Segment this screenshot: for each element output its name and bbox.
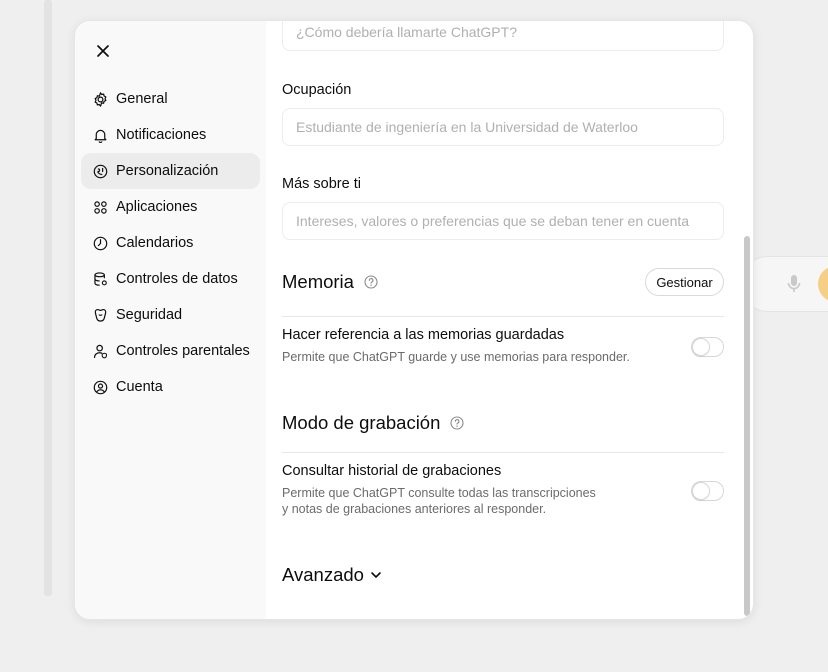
occupation-label: Ocupación	[282, 82, 352, 98]
sidebar-item-personalization[interactable]: Personalización	[81, 153, 260, 189]
manage-memory-button[interactable]: Gestionar	[645, 268, 724, 296]
memory-section-title: Memoria	[282, 271, 378, 293]
sidebar-item-general[interactable]: General	[81, 81, 260, 117]
personalization-icon	[93, 164, 108, 178]
sidebar-item-calendars[interactable]: Calendarios	[81, 225, 260, 261]
more-about-you-label: Más sobre ti	[282, 176, 361, 192]
more-about-you-input[interactable]: Intereses, valores o preferencias que se…	[282, 202, 724, 240]
sidebar-item-notifications[interactable]: Notificaciones	[81, 117, 260, 153]
sidebar-item-label: Aplicaciones	[116, 199, 198, 215]
close-button[interactable]	[93, 41, 113, 61]
sidebar-item-apps[interactable]: Aplicaciones	[81, 189, 260, 225]
sidebar-item-data-controls[interactable]: Controles de datos	[81, 261, 260, 297]
sidebar-item-label: Notificaciones	[116, 127, 207, 143]
settings-modal: General Notificaciones Personalización A…	[74, 20, 754, 620]
divider	[282, 316, 724, 317]
gear-icon	[94, 91, 107, 107]
recording-section-title: Modo de grabación	[282, 412, 464, 434]
recording-history-description-line1: Permite que ChatGPT consulte todas las t…	[282, 486, 596, 500]
saved-memories-toggle[interactable]	[691, 337, 724, 357]
bell-icon	[94, 129, 107, 143]
parent-user-icon	[93, 344, 107, 358]
recording-history-title: Consultar historial de grabaciones	[282, 463, 502, 479]
background-sidebar-edge	[44, 0, 52, 596]
toggle-knob	[693, 339, 709, 355]
sidebar-item-label: General	[116, 91, 168, 107]
recording-history-description-line2: y notas de grabaciones anteriores al res…	[282, 502, 547, 516]
sidebar-item-security[interactable]: Seguridad	[81, 297, 260, 333]
divider	[282, 452, 724, 453]
sidebar-item-label: Personalización	[116, 163, 219, 179]
settings-nav: General Notificaciones Personalización A…	[81, 81, 260, 405]
content-scrollbar[interactable]	[744, 236, 750, 616]
recording-title: Modo de grabación	[282, 412, 441, 433]
toggle-knob	[693, 483, 709, 499]
recording-history-toggle[interactable]	[691, 481, 724, 501]
sidebar-item-account[interactable]: Cuenta	[81, 369, 260, 405]
database-icon	[94, 271, 107, 286]
saved-memories-description: Permite que ChatGPT guarde y use memoria…	[282, 350, 630, 364]
apps-grid-icon	[94, 200, 107, 214]
sidebar-item-parental-controls[interactable]: Controles parentales	[81, 333, 260, 369]
advanced-section-toggle[interactable]: Avanzado	[282, 564, 383, 586]
occupation-input[interactable]: Estudiante de ingeniería en la Universid…	[282, 108, 724, 146]
user-circle-icon	[93, 380, 108, 394]
sidebar-item-label: Calendarios	[116, 235, 194, 251]
settings-sidebar: General Notificaciones Personalización A…	[75, 21, 266, 619]
advanced-label: Avanzado	[282, 564, 364, 585]
sidebar-item-label: Cuenta	[116, 379, 163, 395]
help-icon[interactable]	[450, 416, 464, 430]
sidebar-item-label: Seguridad	[116, 307, 183, 323]
close-icon	[97, 45, 109, 57]
memory-title: Memoria	[282, 271, 354, 292]
saved-memories-title: Hacer referencia a las memorias guardada…	[282, 327, 565, 343]
settings-content: ¿Cómo debería llamarte ChatGPT? Ocupació…	[266, 21, 753, 619]
background-mic-icon	[787, 275, 801, 292]
chevron-down-icon	[371, 572, 381, 578]
shield-icon	[94, 308, 107, 322]
sidebar-item-label: Controles parentales	[116, 343, 250, 359]
help-icon[interactable]	[364, 275, 378, 289]
clock-icon	[93, 236, 108, 250]
nickname-input[interactable]: ¿Cómo debería llamarte ChatGPT?	[282, 21, 724, 51]
sidebar-item-label: Controles de datos	[116, 271, 238, 287]
